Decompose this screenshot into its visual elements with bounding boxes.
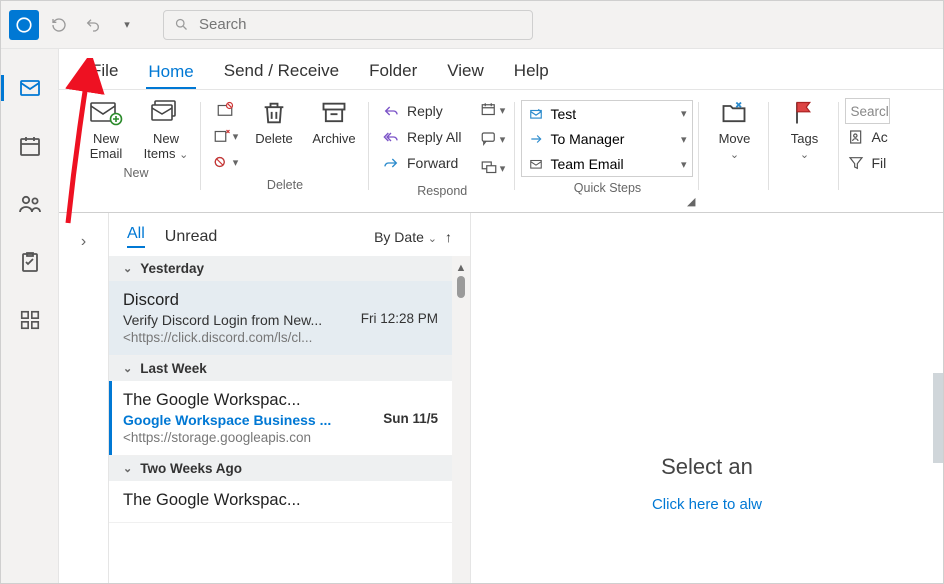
group-label-quicksteps: Quick Steps (521, 177, 693, 197)
group-label-respond: Respond (375, 180, 509, 200)
ribbon-group-find: Searcl Ac Fil (839, 96, 896, 212)
ribbon-group-tags: Tags⌄ (769, 96, 839, 212)
new-items-icon (148, 98, 184, 128)
move-button[interactable]: Move⌄ (705, 96, 763, 162)
reading-empty-title: Select an (661, 454, 753, 480)
ribbon-group-quicksteps: Test ▾ To Manager ▾ Team Email ▾ Quic (515, 96, 699, 212)
chevron-down-icon: ⌄ (123, 462, 132, 475)
mail-from: The Google Workspac... (123, 491, 438, 510)
delete-button[interactable]: Delete (245, 96, 303, 174)
filter-unread[interactable]: Unread (165, 228, 217, 246)
filter-email-button[interactable]: Fil (845, 150, 890, 176)
titlebar: ▾ (1, 1, 943, 49)
rail-tasks[interactable] (15, 247, 45, 277)
left-navigation-rail (1, 49, 59, 583)
funnel-icon (847, 155, 865, 171)
group-header-last-week[interactable]: ⌄Last Week (109, 356, 452, 381)
people-search[interactable]: Searcl (845, 98, 890, 124)
ribbon-group-delete: ▾ ▾ Delete Archive (201, 96, 369, 212)
archive-button[interactable]: Archive (305, 96, 363, 174)
folder-pane-collapsed[interactable]: › (59, 213, 109, 583)
im-button[interactable]: ▾ (473, 124, 509, 154)
reading-graphic-edge (933, 373, 943, 463)
ribbon: New Email New Items ⌄ New ▾ (59, 89, 943, 213)
refresh-button[interactable] (45, 11, 73, 39)
meeting-button[interactable]: ▾ (473, 98, 509, 122)
forward-icon (381, 155, 401, 171)
message-list: All Unread By Date ⌄ ↑ ⌄Yesterday Discor… (109, 213, 471, 583)
undo-button[interactable] (79, 11, 107, 39)
new-items-button[interactable]: New Items ⌄ (137, 96, 195, 162)
junk-button[interactable]: ▾ (207, 150, 243, 174)
rail-calendar[interactable] (15, 131, 45, 161)
mail-from: Discord (123, 291, 438, 310)
scroll-thumb[interactable] (457, 276, 465, 298)
mail-time: Fri 12:28 PM (361, 311, 438, 326)
mail-preview: <https://click.discord.com/ls/cl... (123, 330, 438, 345)
move-folder-icon (716, 98, 752, 128)
rail-people[interactable] (15, 189, 45, 219)
quicksteps-launcher[interactable]: ◢ (687, 195, 695, 208)
reading-empty-link[interactable]: Click here to alw (652, 496, 762, 513)
more-respond-button[interactable]: ▾ (473, 156, 509, 180)
archive-icon (316, 98, 352, 128)
tags-button[interactable]: Tags⌄ (775, 96, 833, 162)
mail-item[interactable]: Discord Verify Discord Login from New...… (109, 281, 452, 356)
rail-more-apps[interactable] (15, 305, 45, 335)
chevron-right-icon: › (81, 233, 86, 583)
tab-home[interactable]: Home (146, 56, 195, 89)
sort-direction-toggle[interactable]: ↑ (445, 229, 452, 245)
group-label-delete: Delete (207, 174, 363, 194)
tab-view[interactable]: View (445, 55, 486, 89)
tab-help[interactable]: Help (512, 55, 551, 89)
ribbon-group-move: Move⌄ (699, 96, 769, 212)
reply-all-icon (381, 129, 401, 145)
quickstep-team-email[interactable]: Team Email ▾ (522, 151, 692, 176)
filter-all[interactable]: All (127, 225, 145, 248)
ribbon-tabs: File Home Send / Receive Folder View Hel… (59, 49, 943, 89)
mail-item[interactable]: The Google Workspac... Google Workspace … (109, 381, 452, 456)
mail-preview: <https://storage.googleapis.con (123, 430, 438, 445)
quicksteps-gallery[interactable]: Test ▾ To Manager ▾ Team Email ▾ (521, 100, 693, 177)
reply-icon (381, 103, 401, 119)
group-label-new: New (77, 162, 195, 182)
reply-all-button[interactable]: Reply All (375, 124, 467, 150)
tab-send-receive[interactable]: Send / Receive (222, 55, 341, 89)
sort-by-date[interactable]: By Date ⌄ (374, 229, 437, 245)
tab-file[interactable]: File (89, 55, 120, 89)
group-header-yesterday[interactable]: ⌄Yesterday (109, 256, 452, 281)
ribbon-group-new: New Email New Items ⌄ New (59, 96, 201, 212)
new-email-button[interactable]: New Email (77, 96, 135, 162)
group-header-two-weeks[interactable]: ⌄Two Weeks Ago (109, 456, 452, 481)
qat-dropdown[interactable]: ▾ (113, 11, 141, 39)
address-book-button[interactable]: Ac (845, 124, 890, 150)
forward-button[interactable]: Forward (375, 150, 467, 176)
ribbon-group-respond: Reply Reply All Forward ▾ ▾ (369, 96, 515, 212)
mail-item[interactable]: The Google Workspac... (109, 481, 452, 523)
mail-time: Sun 11/5 (383, 411, 438, 426)
envelope-plus-icon (88, 98, 124, 128)
cleanup-button[interactable]: ▾ (207, 124, 243, 148)
reading-pane: Select an Click here to alw (471, 213, 943, 583)
quickstep-to-manager[interactable]: To Manager ▾ (522, 126, 692, 151)
scroll-up-icon[interactable]: ▲ (456, 262, 467, 274)
global-search[interactable] (163, 10, 533, 40)
chevron-down-icon: ⌄ (123, 262, 132, 275)
rail-mail[interactable] (15, 73, 45, 103)
mail-from: The Google Workspac... (123, 391, 438, 410)
ignore-button[interactable] (207, 98, 243, 122)
flag-icon (786, 98, 822, 128)
search-icon (174, 17, 189, 32)
trash-icon (256, 98, 292, 128)
outlook-logo (9, 10, 39, 40)
tab-folder[interactable]: Folder (367, 55, 419, 89)
address-book-icon (847, 129, 865, 145)
quickstep-test[interactable]: Test ▾ (522, 101, 692, 126)
chevron-down-icon: ⌄ (123, 362, 132, 375)
reply-button[interactable]: Reply (375, 98, 467, 124)
message-list-scrollbar[interactable]: ▲ (452, 256, 470, 583)
global-search-input[interactable] (199, 16, 522, 33)
